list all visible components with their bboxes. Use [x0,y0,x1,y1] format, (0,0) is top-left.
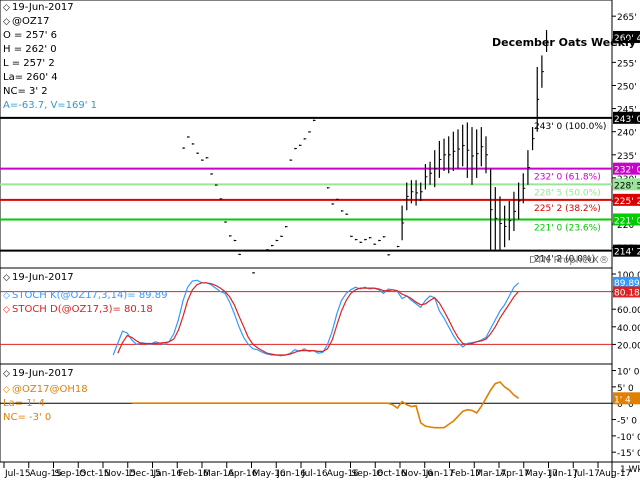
stoch-d-tag: 80.18 [614,288,640,298]
fib-value-tag: 228' 5 [614,181,640,191]
diamond-icon: ◇ [3,369,10,379]
spread-date: 19-Jun-2017 [12,368,74,379]
spread-axis-label: 10' 0 [617,368,640,378]
fib-value-tag: 214' 2 [614,248,640,258]
fib-level-label: 228' 5 (50.0%) [534,188,601,198]
date-axis-label: Jul-16 [301,469,328,479]
spread-last-tag: 1' 4 [614,395,631,405]
price-axis-label: 265' 0 [617,13,640,23]
diamond-icon: ◇ [3,291,10,301]
date-axis: Jul-15 Aug-15Sep-15Oct-15Nov-15Dec-15Jan-… [3,462,631,479]
fib-level-label: 232' 0 (61.8%) [534,173,601,183]
price-axis-label: 240' 0 [617,129,640,139]
stoch-axis-label: 40.00 [617,324,640,334]
spread-axis: 10' 05' 00' 0-5' 0-10' 0-15' 0 [612,368,640,459]
price-axis-label: 250' 0 [617,82,640,92]
fib-value-tag: 221' 0 [614,216,640,226]
fib-value-tag: 243' 0 [614,115,640,125]
date-axis-label: Jul-15 [4,469,31,479]
diamond-icon: ◇ [3,3,10,13]
spread-tags: 1' 4 [613,392,640,405]
chart-title: December Oats Weekly [492,36,636,49]
watermark: DTN ProphetX® [529,255,609,266]
stoch-tags: 89.8980.18 [613,276,640,298]
price-last: La= 260' 4 [3,72,58,83]
stoch-date: 19-Jun-2017 [12,272,74,283]
stoch-k-label: STOCH K(@OZ17,3,14)= 89.89 [12,290,167,301]
fib-level-label: 225' 2 (38.2%) [534,204,601,214]
diamond-icon: ◇ [3,305,10,315]
fib-level-label: 243' 0 (100.0%) [534,122,606,132]
fib-level-label: 221' 0 (23.6%) [534,223,601,233]
price-axis-label: 255' 0 [617,59,640,69]
price-open: O = 257' 6 [3,30,57,41]
spread-panel-frame [0,363,613,463]
fib-value-tag: 225' 2 [614,197,640,207]
period-unit: 1 Wk [620,465,640,475]
spread-axis-label: -10' 0 [617,433,640,443]
stoch-axis-label: 60.00 [617,306,640,316]
diamond-icon: ◇ [3,17,10,27]
oats-chart: 243' 0 (100.0%) 232' 0 (61.8%) 228' 5 (50.… [0,0,640,479]
stoch-d-label: STOCH D(@OZ17,3)= 80.18 [12,304,153,315]
spread-last: La= 1' 4 [3,398,45,409]
price-net-change: NC= 3' 2 [3,86,48,97]
spread-axis-label: -5' 0 [617,417,637,427]
price-symbol: @OZ17 [12,16,49,27]
date-axis-label: Jul-17 [573,469,600,479]
stoch-axis-label: 20.00 [617,341,640,351]
price-study: A=-63.7, V=169' 1 [3,100,97,111]
price-date: 19-Jun-2017 [12,2,74,13]
diamond-icon: ◇ [3,273,10,283]
spread-net-change: NC= -3' 0 [3,412,51,423]
diamond-icon: ◇ [3,385,10,395]
spread-axis-label: -15' 0 [617,449,640,459]
price-high: H = 262' 0 [3,44,57,55]
price-axis-label: 235' 0 [617,152,640,162]
fib-value-tag: 232' 0 [614,166,640,176]
spread-symbol: @OZ17@OH18 [12,384,88,395]
price-low: L = 257' 2 [3,58,55,69]
